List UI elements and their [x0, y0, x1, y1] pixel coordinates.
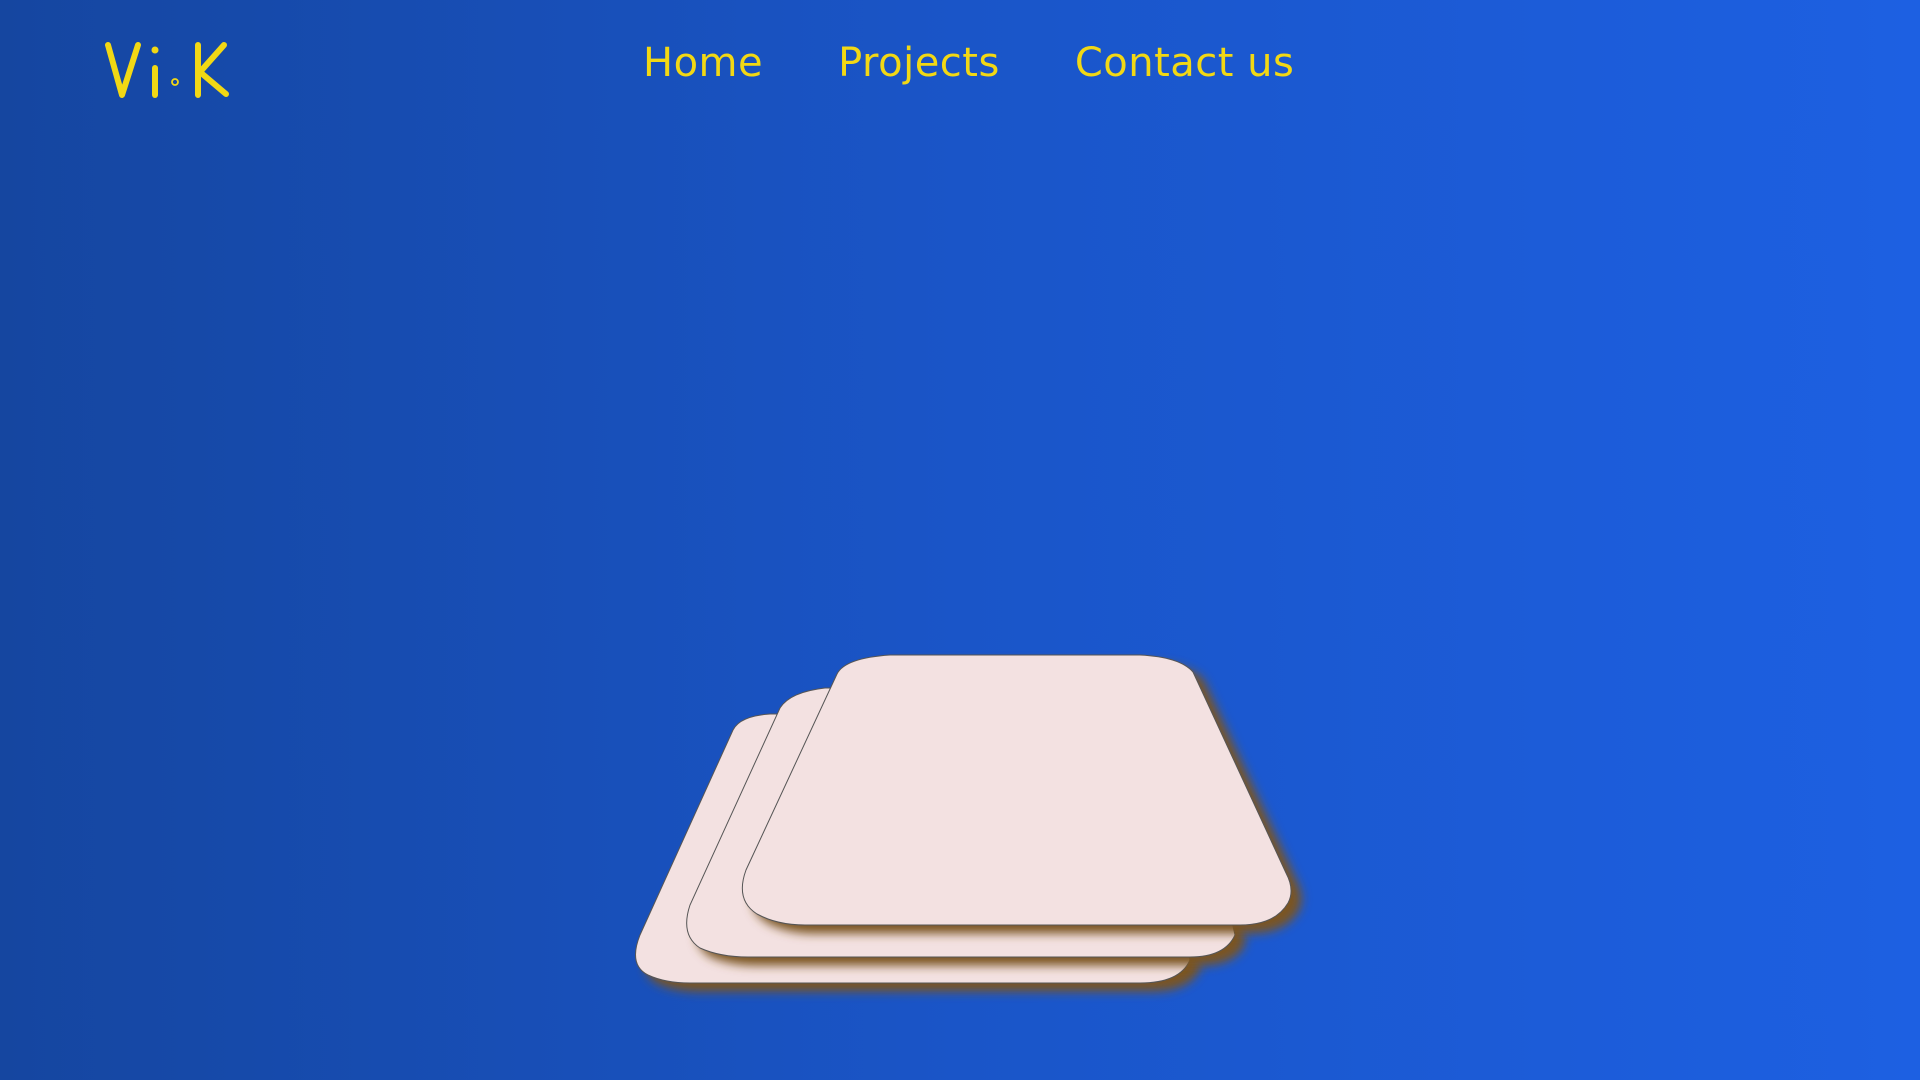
- nav-projects[interactable]: Projects: [838, 40, 1000, 86]
- logo-mark: [105, 42, 229, 98]
- logo[interactable]: [100, 30, 230, 105]
- stacked-cards-illustration: [635, 654, 1292, 984]
- card-front: [741, 654, 1292, 926]
- card-middle: [686, 687, 1236, 958]
- nav-home[interactable]: Home: [643, 40, 763, 86]
- nav-contact-us[interactable]: Contact us: [1075, 40, 1295, 86]
- main-nav: Home Projects Contact us: [643, 40, 1294, 86]
- card-back: [635, 713, 1191, 984]
